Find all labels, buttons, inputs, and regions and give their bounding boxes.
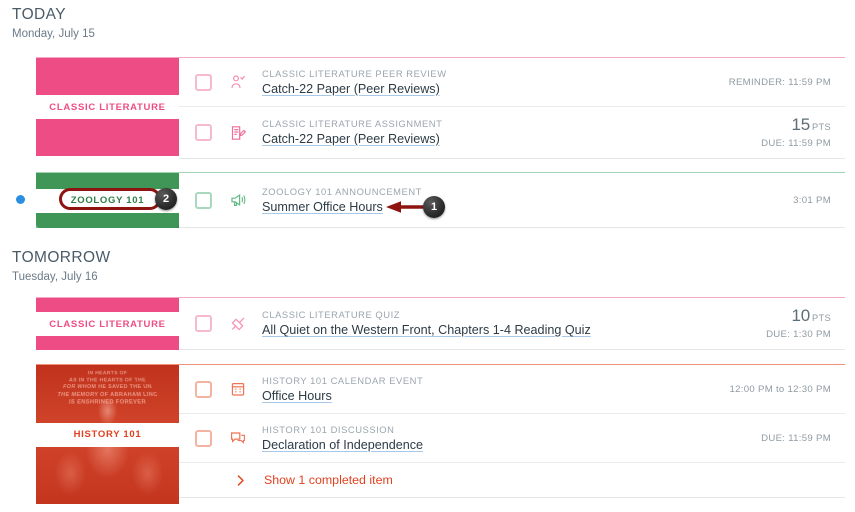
item-text: HISTORY 101 CALENDAR EVENT Office Hours	[262, 374, 720, 405]
course-group-classic-literature-tomorrow: CLASSIC LITERATURE CLASSIC LITERATURE QU…	[0, 297, 855, 350]
planner-item-row[interactable]: ZOOLOGY 101 ANNOUNCEMENT Summer Office H…	[179, 173, 845, 228]
item-text: CLASSIC LITERATURE QUIZ All Quiet on the…	[262, 308, 756, 339]
item-text: CLASSIC LITERATURE PEER REVIEW Catch-22 …	[262, 67, 719, 98]
course-card-history-101[interactable]: IN HEARTS OF AS IN THE HEARTS OF THE FOR…	[36, 365, 179, 504]
item-checkbox[interactable]	[195, 429, 212, 447]
item-list: ZOOLOGY 101 ANNOUNCEMENT Summer Office H…	[179, 173, 845, 228]
item-context: HISTORY 101 CALENDAR EVENT	[262, 374, 424, 386]
calendar-icon	[229, 380, 247, 398]
show-completed-label[interactable]: Show 1 completed item	[264, 473, 393, 487]
item-checkbox[interactable]	[195, 315, 212, 332]
item-due-text: 3:01 PM	[793, 194, 831, 206]
item-meta: REMINDER: 11:59 PM	[719, 76, 845, 89]
discussion-icon	[229, 429, 247, 447]
day-title: TODAY	[12, 6, 66, 23]
item-context: CLASSIC LITERATURE QUIZ	[262, 309, 401, 320]
annotation-badge-2: 2	[155, 188, 177, 210]
day-header-tomorrow: TOMORROW Tuesday, July 16	[6, 248, 111, 285]
item-title-link[interactable]: All Quiet on the Western Front, Chapters…	[262, 321, 591, 339]
planner-item-row[interactable]: HISTORY 101 DISCUSSION Declaration of In…	[179, 414, 845, 463]
item-points: 10 PTS	[766, 306, 831, 328]
item-due-text: DUE: 11:59 PM	[761, 138, 831, 149]
item-text: HISTORY 101 DISCUSSION Declaration of In…	[262, 423, 751, 454]
item-title-link[interactable]: Summer Office Hours	[262, 198, 383, 216]
planner-item-row[interactable]: CLASSIC LITERATURE QUIZ All Quiet on the…	[179, 298, 845, 350]
course-group-history-101: IN HEARTS OF AS IN THE HEARTS OF THE FOR…	[0, 364, 855, 504]
day-date: Monday, July 15	[12, 28, 95, 40]
course-card-classic-literature[interactable]: CLASSIC LITERATURE	[36, 298, 179, 350]
item-due-text: DUE: 1:30 PM	[766, 329, 831, 340]
item-checkbox[interactable]	[195, 73, 212, 91]
item-text: CLASSIC LITERATURE ASSIGNMENT Catch-22 P…	[262, 117, 751, 148]
course-card-label-band: CLASSIC LITERATURE	[36, 312, 179, 336]
item-points-label: PTS	[812, 313, 831, 323]
course-card-label: CLASSIC LITERATURE	[49, 101, 166, 113]
unread-indicator-dot	[16, 195, 25, 204]
item-points-value: 10	[791, 306, 811, 325]
item-text: ZOOLOGY 101 ANNOUNCEMENT Summer Office H…	[262, 185, 783, 216]
course-card-label-band: CLASSIC LITERATURE	[36, 95, 179, 119]
item-title-link[interactable]: Declaration of Independence	[262, 436, 423, 454]
item-context: HISTORY 101 DISCUSSION	[262, 423, 395, 435]
course-card-label: HISTORY 101	[73, 429, 142, 440]
item-meta: 3:01 PM	[783, 194, 845, 207]
item-due-text: DUE: 11:59 PM	[761, 432, 831, 444]
item-checkbox[interactable]	[195, 191, 212, 209]
quiz-icon	[229, 315, 247, 333]
course-card-classic-literature[interactable]: CLASSIC LITERATURE	[36, 58, 179, 156]
item-due-text: 12:00 PM to 12:30 PM	[729, 383, 831, 395]
announcement-icon	[229, 191, 247, 209]
item-list: HISTORY 101 CALENDAR EVENT Office Hours …	[179, 365, 845, 504]
planner-item-row[interactable]: CLASSIC LITERATURE PEER REVIEW Catch-22 …	[179, 58, 845, 107]
item-list: CLASSIC LITERATURE QUIZ All Quiet on the…	[179, 298, 845, 350]
item-checkbox[interactable]	[195, 380, 212, 398]
course-card-label: ZOOLOGY 101	[70, 195, 145, 206]
course-card-engraving: IN HEARTS OF AS IN THE HEARTS OF THE FOR…	[56, 370, 159, 407]
planner-item-row[interactable]: CLASSIC LITERATURE ASSIGNMENT Catch-22 P…	[179, 107, 845, 159]
item-due-text: REMINDER: 11:59 PM	[728, 76, 831, 88]
planner-list: TODAY Monday, July 15 CLASSIC LITERATURE	[0, 0, 855, 512]
item-title-link[interactable]: Catch-22 Paper (Peer Reviews)	[262, 130, 440, 148]
item-context: ZOOLOGY 101 ANNOUNCEMENT	[262, 185, 422, 197]
item-context: CLASSIC LITERATURE ASSIGNMENT	[262, 118, 443, 129]
peer-review-icon	[229, 73, 247, 91]
item-list: CLASSIC LITERATURE PEER REVIEW Catch-22 …	[179, 58, 845, 159]
item-meta: 15 PTS DUE: 11:59 PM	[751, 115, 845, 150]
item-points-value: 15	[791, 115, 811, 134]
show-completed-toggle[interactable]: Show 1 completed item	[179, 463, 845, 498]
day-title: TOMORROW	[12, 249, 111, 266]
item-meta: 12:00 PM to 12:30 PM	[720, 383, 845, 396]
course-card-label-band: HISTORY 101	[36, 422, 179, 447]
item-meta: 10 PTS DUE: 1:30 PM	[756, 306, 845, 341]
course-group-classic-literature-today: CLASSIC LITERATURE CLASSIC LITERATURE PE	[0, 57, 855, 159]
item-points-label: PTS	[812, 122, 831, 132]
item-title-link[interactable]: Office Hours	[262, 387, 332, 405]
item-context: CLASSIC LITERATURE PEER REVIEW	[262, 67, 447, 79]
planner-item-row[interactable]: HISTORY 101 CALENDAR EVENT Office Hours …	[179, 365, 845, 414]
item-points: 15 PTS	[761, 115, 831, 137]
day-header-today: TODAY Monday, July 15	[6, 5, 95, 42]
day-date: Tuesday, July 16	[12, 271, 98, 283]
item-title-link[interactable]: Catch-22 Paper (Peer Reviews)	[262, 80, 440, 98]
course-card-label: CLASSIC LITERATURE	[49, 318, 166, 330]
item-meta: DUE: 11:59 PM	[751, 432, 845, 445]
annotation-badge-1: 1	[423, 196, 445, 218]
chevron-right-icon	[231, 474, 249, 487]
assignment-icon	[229, 124, 247, 142]
item-checkbox[interactable]	[195, 124, 212, 141]
